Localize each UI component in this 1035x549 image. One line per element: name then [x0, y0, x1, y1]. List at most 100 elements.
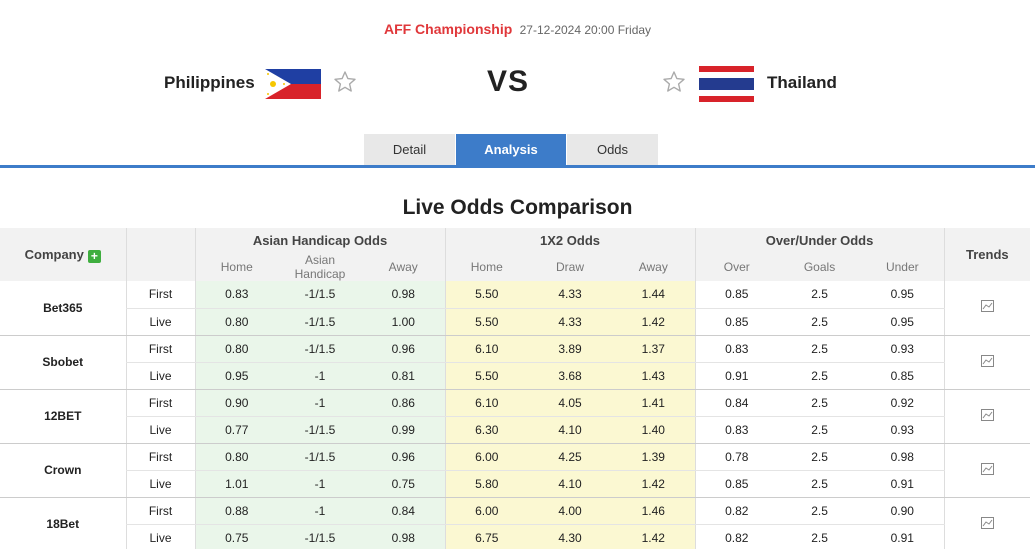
- trend-chart-icon[interactable]: [980, 408, 994, 421]
- ah-odds-cell[interactable]: 0.75: [194, 524, 278, 549]
- ah-odds-cell[interactable]: 0.99: [362, 416, 445, 444]
- ou-odds-cell[interactable]: 0.85: [694, 281, 779, 309]
- trend-chart-icon[interactable]: [980, 462, 994, 475]
- ou-odds-cell[interactable]: 2.5: [778, 416, 862, 444]
- x12-odds-cell[interactable]: 4.25: [528, 443, 612, 471]
- x12-odds-cell[interactable]: 5.50: [444, 362, 528, 390]
- away-team-name[interactable]: Thailand: [767, 73, 837, 93]
- ou-odds-cell[interactable]: 0.85: [694, 308, 779, 336]
- ou-odds-cell[interactable]: 0.82: [694, 524, 779, 549]
- ah-odds-cell[interactable]: 0.77: [194, 416, 278, 444]
- ah-odds-cell[interactable]: 0.95: [194, 362, 278, 390]
- x12-odds-cell[interactable]: 4.30: [528, 524, 612, 549]
- ou-odds-cell[interactable]: 2.5: [778, 335, 862, 363]
- x12-odds-cell[interactable]: 1.46: [612, 497, 696, 525]
- x12-odds-cell[interactable]: 1.41: [612, 389, 696, 417]
- favorite-star-icon[interactable]: [333, 70, 357, 94]
- ah-odds-cell[interactable]: 1.00: [362, 308, 445, 336]
- ah-odds-cell[interactable]: -1: [278, 362, 362, 390]
- x12-odds-cell[interactable]: 6.10: [444, 335, 528, 363]
- x12-odds-cell[interactable]: 5.50: [444, 281, 528, 309]
- x12-odds-cell[interactable]: 4.10: [528, 416, 612, 444]
- ah-odds-cell[interactable]: 0.83: [194, 281, 278, 309]
- x12-odds-cell[interactable]: 4.33: [528, 308, 612, 336]
- ah-odds-cell[interactable]: 0.90: [194, 389, 278, 417]
- ou-odds-cell[interactable]: 0.91: [861, 470, 945, 498]
- x12-odds-cell[interactable]: 1.39: [612, 443, 696, 471]
- add-company-icon[interactable]: +: [87, 249, 101, 263]
- company-name[interactable]: 12BET: [0, 389, 126, 444]
- company-name[interactable]: 18Bet: [0, 497, 126, 549]
- x12-odds-cell[interactable]: 4.10: [528, 470, 612, 498]
- x12-odds-cell[interactable]: 3.89: [528, 335, 612, 363]
- company-name[interactable]: Bet365: [0, 281, 126, 336]
- x12-odds-cell[interactable]: 3.68: [528, 362, 612, 390]
- x12-odds-cell[interactable]: 4.33: [528, 281, 612, 309]
- ou-odds-cell[interactable]: 0.93: [861, 335, 945, 363]
- favorite-star-icon[interactable]: [662, 70, 686, 94]
- ou-odds-cell[interactable]: 2.5: [778, 281, 862, 309]
- trend-cell[interactable]: [943, 443, 1031, 498]
- ou-odds-cell[interactable]: 0.83: [694, 416, 779, 444]
- home-team-name[interactable]: Philippines: [164, 73, 255, 93]
- x12-odds-cell[interactable]: 4.05: [528, 389, 612, 417]
- x12-odds-cell[interactable]: 1.42: [612, 308, 696, 336]
- ah-odds-cell[interactable]: -1: [278, 389, 362, 417]
- x12-odds-cell[interactable]: 1.40: [612, 416, 696, 444]
- tab-odds[interactable]: Odds: [567, 134, 658, 165]
- ah-odds-cell[interactable]: -1/1.5: [278, 308, 362, 336]
- x12-odds-cell[interactable]: 6.75: [444, 524, 528, 549]
- ah-odds-cell[interactable]: 1.01: [194, 470, 278, 498]
- company-name[interactable]: Sbobet: [0, 335, 126, 390]
- ah-odds-cell[interactable]: 0.75: [362, 470, 445, 498]
- trend-chart-icon[interactable]: [980, 354, 994, 367]
- x12-odds-cell[interactable]: 6.00: [444, 497, 528, 525]
- ou-odds-cell[interactable]: 0.90: [861, 497, 945, 525]
- ou-odds-cell[interactable]: 2.5: [778, 389, 862, 417]
- ou-odds-cell[interactable]: 0.91: [694, 362, 779, 390]
- ah-odds-cell[interactable]: 0.96: [362, 335, 445, 363]
- ah-odds-cell[interactable]: 0.81: [362, 362, 445, 390]
- ou-odds-cell[interactable]: 2.5: [778, 497, 862, 525]
- x12-odds-cell[interactable]: 4.00: [528, 497, 612, 525]
- ou-odds-cell[interactable]: 0.78: [694, 443, 779, 471]
- company-name[interactable]: Crown: [0, 443, 126, 498]
- x12-odds-cell[interactable]: 1.37: [612, 335, 696, 363]
- trend-cell[interactable]: [943, 497, 1031, 549]
- ah-odds-cell[interactable]: 0.86: [362, 389, 445, 417]
- ou-odds-cell[interactable]: 2.5: [778, 470, 862, 498]
- x12-odds-cell[interactable]: 6.30: [444, 416, 528, 444]
- trend-cell[interactable]: [943, 389, 1031, 444]
- ah-odds-cell[interactable]: 0.96: [362, 443, 445, 471]
- ou-odds-cell[interactable]: 0.83: [694, 335, 779, 363]
- x12-odds-cell[interactable]: 1.43: [612, 362, 696, 390]
- league-name[interactable]: AFF Championship: [384, 21, 512, 37]
- ou-odds-cell[interactable]: 0.92: [861, 389, 945, 417]
- ah-odds-cell[interactable]: -1/1.5: [278, 335, 362, 363]
- ah-odds-cell[interactable]: 0.80: [194, 308, 278, 336]
- trend-cell[interactable]: [943, 335, 1031, 390]
- x12-odds-cell[interactable]: 1.44: [612, 281, 696, 309]
- ou-odds-cell[interactable]: 0.84: [694, 389, 779, 417]
- ah-odds-cell[interactable]: -1/1.5: [278, 443, 362, 471]
- x12-odds-cell[interactable]: 1.42: [612, 524, 696, 549]
- ah-odds-cell[interactable]: -1/1.5: [278, 281, 362, 309]
- ou-odds-cell[interactable]: 0.93: [861, 416, 945, 444]
- ou-odds-cell[interactable]: 0.95: [861, 308, 945, 336]
- ah-odds-cell[interactable]: 0.88: [194, 497, 278, 525]
- ah-odds-cell[interactable]: 0.80: [194, 443, 278, 471]
- ou-odds-cell[interactable]: 2.5: [778, 443, 862, 471]
- ah-odds-cell[interactable]: 0.98: [362, 281, 445, 309]
- ah-odds-cell[interactable]: 0.98: [362, 524, 445, 549]
- ou-odds-cell[interactable]: 0.95: [861, 281, 945, 309]
- ah-odds-cell[interactable]: -1: [278, 470, 362, 498]
- tab-analysis[interactable]: Analysis: [456, 134, 566, 165]
- ou-odds-cell[interactable]: 2.5: [778, 308, 862, 336]
- ou-odds-cell[interactable]: 0.85: [694, 470, 779, 498]
- ou-odds-cell[interactable]: 0.91: [861, 524, 945, 549]
- ah-odds-cell[interactable]: 0.80: [194, 335, 278, 363]
- trend-cell[interactable]: [943, 281, 1031, 336]
- ou-odds-cell[interactable]: 0.98: [861, 443, 945, 471]
- trend-chart-icon[interactable]: [980, 300, 994, 313]
- ou-odds-cell[interactable]: 2.5: [778, 524, 862, 549]
